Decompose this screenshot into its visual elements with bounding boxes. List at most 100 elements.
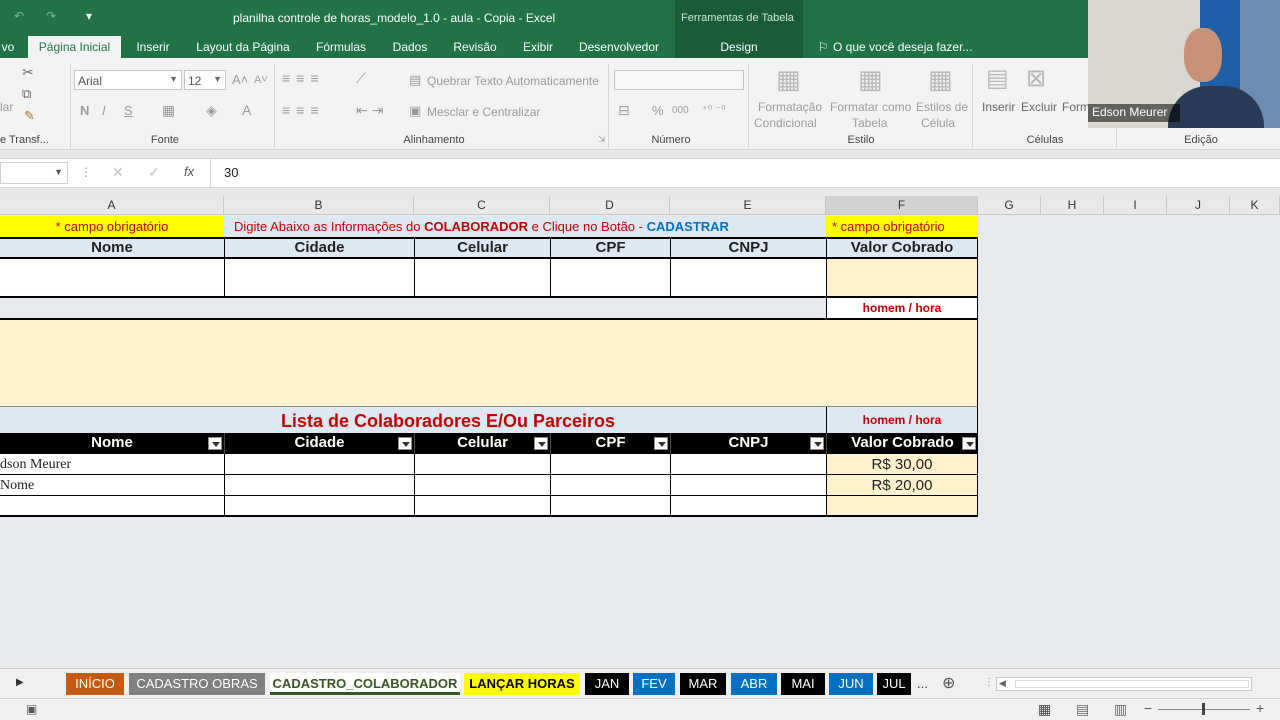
percent-button[interactable]: % [652, 103, 664, 118]
input-cpf[interactable] [550, 259, 670, 298]
bold-button[interactable]: N [80, 103, 89, 118]
sheet-tab-lancar-horas[interactable]: LANÇAR HORAS [464, 673, 580, 695]
underline-button[interactable]: S [124, 103, 133, 118]
input-celular[interactable] [414, 259, 550, 298]
font-name-box[interactable]: Arial ▼ [74, 70, 182, 90]
copy-icon[interactable]: ⧉ [22, 86, 31, 102]
table-cell-cpf[interactable] [550, 496, 670, 517]
dialog-launcher-icon[interactable]: ⇲ [598, 134, 606, 145]
table-cell-cnpj[interactable] [670, 475, 826, 496]
filter-dropdown-icon[interactable] [810, 437, 824, 450]
table-cell-cnpj[interactable] [670, 454, 826, 475]
conditional-format-line1[interactable]: Formatação [758, 100, 822, 114]
table-cell-valor[interactable] [826, 496, 978, 517]
sheet-tab-jul[interactable]: JUL [877, 673, 911, 695]
format-table-line2[interactable]: Tabela [852, 116, 887, 130]
indent-icons[interactable]: ⇤⇥ [356, 102, 387, 119]
filter-dropdown-icon[interactable] [398, 437, 412, 450]
scrollbar-thumb[interactable] [1015, 680, 1249, 688]
normal-view-icon[interactable]: ▦ [1038, 701, 1051, 718]
table-cell-valor[interactable]: R$ 20,00 [826, 475, 978, 496]
table-cell-celular[interactable] [414, 475, 550, 496]
filter-dropdown-icon[interactable] [962, 437, 976, 450]
sheet-tab-cadastro-colaborador[interactable]: CADASTRO_COLABORADOR [270, 673, 460, 695]
table-header-cidade[interactable]: Cidade [224, 433, 414, 454]
sheet-tab-fev[interactable]: FEV [633, 673, 675, 695]
thousands-button[interactable]: 000 [672, 105, 689, 116]
sheet-tab-mar[interactable]: MAR [680, 673, 726, 695]
format-cells-button[interactable]: Form [1062, 100, 1090, 114]
column-header-i[interactable]: I [1104, 196, 1167, 215]
table-header-valor[interactable]: Valor Cobrado [826, 433, 978, 454]
cell-styles-line2[interactable]: Célula [921, 116, 955, 130]
fill-color-icon[interactable]: ◈ [206, 102, 217, 119]
column-header-j[interactable]: J [1167, 196, 1230, 215]
tab-data[interactable]: Dados [388, 36, 432, 58]
table-cell-cidade[interactable] [224, 475, 414, 496]
table-cell-cidade[interactable] [224, 496, 414, 517]
tab-page-layout[interactable]: Layout da Página [190, 36, 296, 58]
sheet-tab-mai[interactable]: MAI [781, 673, 825, 695]
horizontal-align-icons[interactable]: ≡≡≡ [282, 102, 325, 118]
add-sheet-icon[interactable]: ⊕ [942, 673, 955, 693]
column-header-h[interactable]: H [1041, 196, 1104, 215]
vertical-align-icons[interactable]: ≡≡≡ [282, 70, 325, 86]
table-cell-cidade[interactable] [224, 454, 414, 475]
formula-input[interactable]: 30 [224, 165, 238, 180]
tab-formulas[interactable]: Fórmulas [310, 36, 372, 58]
tab-insert[interactable]: Inserir [132, 36, 174, 58]
page-break-view-icon[interactable]: ▥ [1114, 701, 1127, 718]
orientation-icon[interactable]: ⟋ [356, 70, 366, 87]
paste-button[interactable]: lar [0, 100, 13, 114]
quick-access-customize-icon[interactable]: ▾ [86, 9, 92, 23]
table-header-celular[interactable]: Celular [414, 433, 550, 454]
table-header-cnpj[interactable]: CNPJ [670, 433, 826, 454]
increase-font-icon[interactable]: A˄ [232, 72, 248, 87]
conditional-format-line2[interactable]: Condicional [754, 116, 817, 130]
tell-me-search[interactable]: O que você deseja fazer... [833, 36, 972, 58]
tab-review[interactable]: Revisão [448, 36, 502, 58]
input-nome[interactable] [0, 259, 224, 298]
table-cell-cpf[interactable] [550, 475, 670, 496]
column-header-f[interactable]: F [826, 196, 978, 215]
more-sheets-button[interactable]: ... [917, 676, 928, 691]
tab-home[interactable]: Página Inicial [28, 36, 121, 58]
macro-record-icon[interactable]: ▣ [26, 702, 37, 716]
table-header-cpf[interactable]: CPF [550, 433, 670, 454]
tab-file[interactable]: vo [0, 36, 16, 58]
input-valor[interactable] [826, 259, 978, 298]
format-table-line1[interactable]: Formatar como [830, 100, 911, 114]
input-cidade[interactable] [224, 259, 414, 298]
cadastrar-button-area[interactable] [0, 320, 978, 407]
undo-icon[interactable]: ↶ [14, 9, 24, 23]
column-header-c[interactable]: C [414, 196, 550, 215]
scroll-left-icon[interactable]: ◀ [999, 678, 1006, 689]
column-header-e[interactable]: E [670, 196, 826, 215]
decimal-icons[interactable]: ⁺⁰ ⁻⁰ [702, 103, 726, 116]
sheet-tab-jun[interactable]: JUN [829, 673, 873, 695]
zoom-out-icon[interactable]: − [1144, 700, 1152, 716]
merge-center-button[interactable]: Mesclar e Centralizar [427, 105, 540, 119]
filter-dropdown-icon[interactable] [534, 437, 548, 450]
table-cell-cnpj[interactable] [670, 496, 826, 517]
delete-cells-button[interactable]: Excluir [1021, 100, 1057, 114]
insert-cells-button[interactable]: Inserir [982, 100, 1015, 114]
table-header-nome[interactable]: Nome [0, 433, 224, 454]
cell-styles-line1[interactable]: Estilos de [916, 100, 968, 114]
cut-icon[interactable]: ✂ [22, 64, 34, 81]
table-cell-celular[interactable] [414, 454, 550, 475]
scroll-tabs-right-icon[interactable]: ▶ [16, 677, 24, 688]
table-cell-cpf[interactable] [550, 454, 670, 475]
column-header-a[interactable]: A [0, 196, 224, 215]
column-header-k[interactable]: K [1230, 196, 1280, 215]
font-size-box[interactable]: 12 ▼ [184, 70, 226, 90]
input-cnpj[interactable] [670, 259, 826, 298]
tab-developer[interactable]: Desenvolvedor [574, 36, 664, 58]
sheet-tab-inicio[interactable]: INÍCIO [66, 673, 124, 695]
sheet-tab-abr[interactable]: ABR [731, 673, 777, 695]
format-painter-icon[interactable]: ✎ [24, 108, 35, 124]
horizontal-scrollbar[interactable]: ◀ [996, 677, 1252, 691]
column-header-b[interactable]: B [224, 196, 414, 215]
tab-design[interactable]: Design [675, 36, 803, 58]
table-cell-nome[interactable]: dson Meurer [0, 454, 224, 475]
